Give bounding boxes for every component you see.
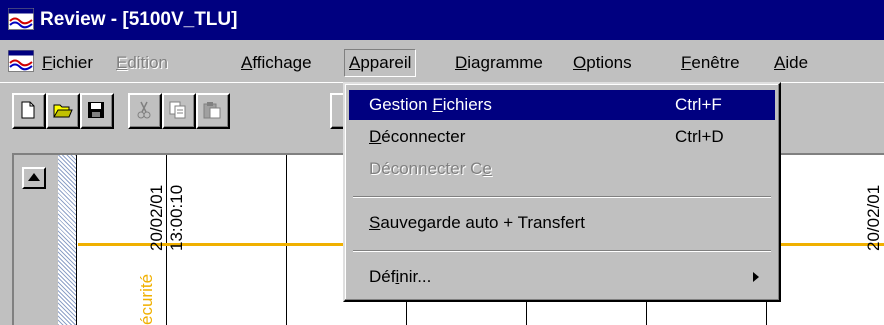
menu-separator — [353, 250, 771, 252]
menu-edition[interactable]: Edition — [112, 51, 172, 75]
timestamp-date-right: 20/02/01 — [864, 184, 883, 251]
menu-item-label: Déconnecter Ce — [369, 159, 492, 178]
menu-bar: Fichier Edition Affichage Appareil Diagr… — [0, 40, 884, 83]
menu-item-gestion-fichiers[interactable]: Gestion Fichiers Ctrl+F — [349, 90, 775, 120]
vertical-scroll-strip — [14, 155, 76, 325]
menu-appareil[interactable]: Appareil — [344, 49, 417, 77]
menu-item-label: Gestion Fichiers — [369, 95, 492, 114]
menu-affichage[interactable]: Affichage — [237, 51, 316, 75]
hatched-axis-strip — [58, 155, 76, 325]
menu-item-label: Déconnecter — [369, 127, 466, 146]
chart-gridline — [76, 155, 77, 325]
menu-item-deconnecter[interactable]: Déconnecter Ctrl+D — [349, 122, 775, 152]
shortcut-label: Ctrl+F — [675, 95, 722, 114]
copy-button[interactable] — [162, 93, 196, 129]
title-bar[interactable]: Review - [5100V_TLU] — [0, 0, 884, 40]
window-title: Review - [5100V_TLU] — [40, 9, 238, 30]
timestamp-time-left: 13:00:10 — [167, 184, 186, 251]
menu-item-deconnecter-ce[interactable]: Déconnecter Ce — [349, 154, 775, 184]
menu-diagramme[interactable]: Diagramme — [451, 51, 547, 75]
appareil-dropdown-menu: Gestion Fichiers Ctrl+F Déconnecter Ctrl… — [343, 82, 781, 302]
menu-item-definir[interactable]: Définir... — [349, 262, 775, 292]
series-label-securite: écurité — [137, 273, 156, 325]
menu-item-sauvegarde-auto[interactable]: Sauvegarde auto + Transfert — [349, 208, 775, 238]
scroll-up-button[interactable] — [22, 167, 46, 189]
timestamp-date-left: 20/02/01 — [147, 184, 166, 251]
menu-fichier[interactable]: Fichier — [38, 51, 97, 75]
chart-gridline — [286, 155, 287, 325]
menu-item-label: Sauvegarde auto + Transfert — [369, 213, 585, 232]
new-document-button[interactable] — [12, 93, 46, 129]
shortcut-label: Ctrl+D — [675, 127, 724, 146]
submenu-arrow-icon — [753, 272, 759, 282]
save-button[interactable] — [80, 93, 114, 129]
menu-options[interactable]: Options — [569, 51, 636, 75]
menu-aide[interactable]: Aide — [770, 51, 812, 75]
open-button[interactable] — [46, 93, 80, 129]
document-icon[interactable] — [8, 50, 34, 72]
menu-fenetre[interactable]: Fenêtre — [677, 51, 744, 75]
paste-button[interactable] — [196, 93, 230, 129]
menu-item-label: Définir... — [369, 267, 432, 286]
review-app-icon[interactable] — [8, 8, 34, 30]
cut-button[interactable] — [128, 93, 162, 129]
menu-separator — [353, 196, 771, 198]
